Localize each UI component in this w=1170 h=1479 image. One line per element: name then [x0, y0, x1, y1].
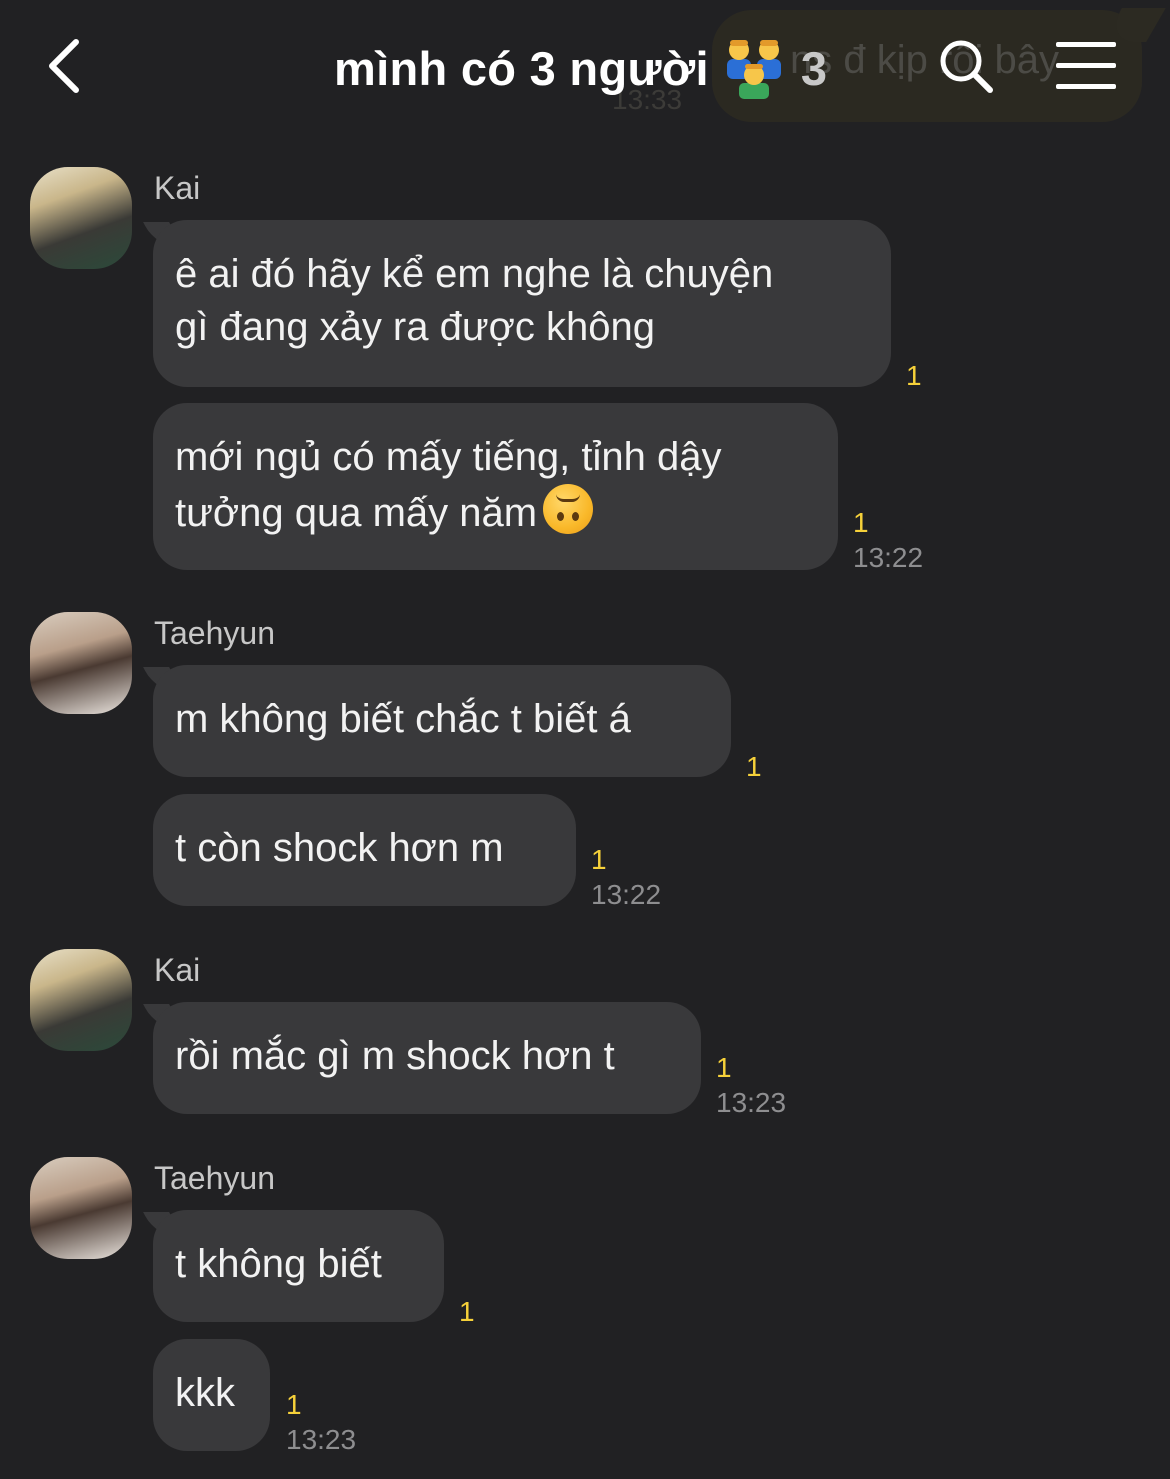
message-time: 13:22: [853, 542, 924, 573]
hamburger-menu-icon: [1056, 42, 1116, 89]
message-time: 13:23: [286, 1424, 357, 1455]
chevron-left-icon: [49, 39, 79, 93]
avatar-kai[interactable]: [30, 167, 132, 269]
message-bubble[interactable]: kkk: [153, 1339, 270, 1451]
message-time: 13:22: [591, 879, 662, 910]
message-line: t còn shock hơn m: [175, 826, 504, 870]
unread-count: 1: [286, 1389, 302, 1420]
search-button[interactable]: [936, 36, 996, 96]
sender-name: Kai: [154, 952, 201, 988]
avatar-kai[interactable]: [30, 949, 132, 1051]
message-line: tưởng qua mấy năm: [175, 491, 538, 535]
search-icon: [940, 40, 993, 93]
message-line: mới ngủ có mấy tiếng, tỉnh dậy: [175, 435, 722, 479]
unread-count: 1: [853, 507, 869, 538]
message-line: t không biết: [175, 1242, 382, 1286]
unread-count: 1: [906, 360, 922, 391]
message-bubble[interactable]: ê ai đó hãy kể em nghe là chuyện gì đang…: [153, 220, 891, 387]
message-bubble[interactable]: m không biết chắc t biết á: [153, 665, 731, 777]
message-bubble[interactable]: t không biết: [153, 1210, 444, 1322]
avatar-taehyun[interactable]: [30, 612, 132, 714]
message-line: rồi mắc gì m shock hơn t: [175, 1034, 615, 1078]
chat-screen: ns đ kịp rồi bây 13:33 mình có 3 người 3…: [0, 0, 1170, 1479]
upside-down-face-emoji-icon: [543, 484, 594, 534]
message-line: kkk: [175, 1371, 235, 1415]
chat-title-area[interactable]: mình có 3 người 3: [334, 36, 827, 100]
unread-count: 1: [591, 844, 607, 875]
message-bubble[interactable]: rồi mắc gì m shock hơn t: [153, 1002, 701, 1114]
member-count: 3: [800, 41, 827, 95]
message-bubble[interactable]: mới ngủ có mấy tiếng, tỉnh dậy tưởng qua…: [153, 403, 838, 570]
chat-title: mình có 3 người: [334, 41, 709, 95]
sender-name: Taehyun: [154, 615, 275, 651]
message-line: gì đang xảy ra được không: [175, 305, 655, 349]
message-bubble[interactable]: t còn shock hơn m: [153, 794, 576, 906]
sender-name: Kai: [154, 170, 201, 206]
unread-count: 1: [459, 1296, 475, 1327]
unread-count: 1: [716, 1052, 732, 1083]
back-button[interactable]: [40, 34, 100, 98]
unread-count: 1: [746, 751, 762, 782]
message-line: ê ai đó hãy kể em nghe là chuyện: [175, 252, 774, 296]
message-line: m không biết chắc t biết á: [175, 697, 631, 741]
sender-name: Taehyun: [154, 1160, 275, 1196]
avatar-taehyun[interactable]: [30, 1157, 132, 1259]
notification-preview-text: ns đ kịp rồi bây: [790, 38, 1060, 82]
message-time: 13:23: [716, 1087, 787, 1118]
menu-button[interactable]: [1054, 40, 1118, 92]
chat-header: ns đ kịp rồi bây 13:33 mình có 3 người 3: [0, 0, 1170, 135]
family-emoji-icon: [721, 37, 787, 99]
